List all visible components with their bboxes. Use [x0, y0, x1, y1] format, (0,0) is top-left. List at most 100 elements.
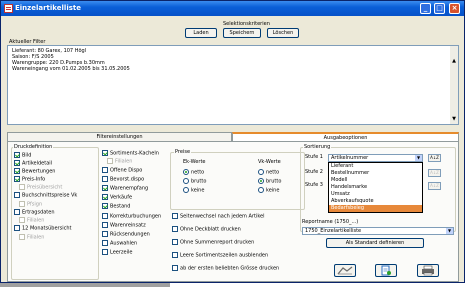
maximize-button[interactable]: □ — [434, 3, 445, 14]
middle-option[interactable]: Warenreinsatz — [102, 222, 146, 230]
checkbox[interactable] — [172, 239, 178, 245]
filter-text-box[interactable]: Lieferant: 80 Garex, 107 Högl Saison: F/… — [7, 45, 459, 125]
scroll-down-icon[interactable]: ▼ — [451, 116, 457, 122]
druck-option[interactable]: Bild — [14, 152, 31, 160]
sort-order-button[interactable]: A↓Z — [428, 154, 441, 162]
checkbox[interactable] — [107, 158, 113, 164]
checkbox[interactable] — [102, 249, 108, 255]
filter-scrollbar[interactable]: ▲ ▼ — [450, 46, 458, 124]
sort-order-button[interactable]: A↓Z — [428, 182, 441, 190]
sort-dropdown-item[interactable]: Umsatz — [329, 191, 422, 198]
report-button[interactable] — [375, 264, 397, 277]
checkbox[interactable] — [102, 231, 108, 237]
middle-option[interactable]: Sortiments-Kacheln — [102, 150, 159, 158]
output-option[interactable]: ab der ersten beliebten Grösse drucken — [172, 265, 279, 273]
middle-option[interactable]: Auswahlen — [102, 240, 137, 248]
checkbox[interactable] — [102, 240, 108, 246]
checkbox[interactable] — [172, 213, 178, 219]
radio-button[interactable] — [258, 178, 264, 184]
sort-dropdown-list[interactable]: Lieferant Bestellnummer Modell Handelsmarke… — [328, 162, 423, 213]
sort-stufe1-select[interactable]: Artikelnummer ▼ — [328, 154, 423, 162]
druck-option[interactable]: Pfsign — [19, 201, 42, 209]
middle-option[interactable]: Filialen — [107, 158, 132, 166]
checkbox[interactable] — [14, 192, 20, 198]
ek-label: Ek-Werte — [183, 159, 206, 165]
sort-order-button[interactable]: A↓Z — [428, 169, 441, 177]
checkbox[interactable] — [172, 265, 178, 271]
checkbox[interactable] — [102, 185, 108, 191]
radio-button[interactable] — [258, 187, 264, 193]
radio-button[interactable] — [183, 187, 189, 193]
sort-dropdown-item[interactable]: Bedarfsbeleg — [329, 205, 422, 212]
middle-option[interactable]: Rücksendungen — [102, 231, 150, 239]
sort-dropdown-item[interactable]: Bestellnummer — [329, 170, 422, 177]
checkbox[interactable] — [102, 194, 108, 200]
close-button[interactable]: × — [449, 3, 460, 14]
print-button[interactable] — [417, 264, 439, 277]
radio-button[interactable] — [183, 178, 189, 184]
ek-radio[interactable]: netto — [183, 169, 204, 177]
checkbox[interactable] — [19, 217, 25, 223]
sort-dropdown-item[interactable]: Abverkaufsquote — [329, 198, 422, 205]
scroll-up-icon[interactable]: ▲ — [451, 58, 457, 64]
middle-option[interactable]: Bestand — [102, 203, 130, 211]
chevron-down-icon[interactable]: ▼ — [415, 155, 422, 161]
output-option[interactable]: Leere Sortimentszeilen ausblenden — [172, 252, 268, 260]
minimize-button[interactable]: _ — [420, 3, 431, 14]
checkbox[interactable] — [14, 160, 20, 166]
druck-option[interactable]: Buchschnittspreise Vk — [14, 192, 77, 200]
report-select[interactable]: 1750_Einzelartikelliste ▼ — [302, 227, 454, 235]
middle-option-label: Bestand — [110, 203, 131, 210]
checkbox[interactable] — [102, 150, 108, 156]
checkbox[interactable] — [102, 203, 108, 209]
checkbox[interactable] — [102, 176, 108, 182]
middle-option[interactable]: Offene Dispo — [102, 167, 142, 175]
checkbox[interactable] — [14, 209, 20, 215]
druck-option[interactable]: Preis-Info — [14, 176, 45, 184]
druck-option[interactable]: Ertragsdaten — [14, 209, 55, 217]
vk-radio[interactable]: netto — [258, 169, 279, 177]
sort-dropdown-item[interactable]: Handelsmarke — [329, 184, 422, 191]
checkbox[interactable] — [19, 201, 25, 207]
checkbox[interactable] — [14, 168, 20, 174]
checkbox[interactable] — [172, 252, 178, 258]
save-button[interactable]: Speichern — [223, 28, 261, 38]
checkbox[interactable] — [102, 222, 108, 228]
vk-radio-label: brutto — [266, 178, 282, 185]
output-option[interactable]: Ohne Deckblatt drucken — [172, 226, 241, 234]
sort-dropdown-item[interactable]: Modell — [329, 177, 422, 184]
ek-radio[interactable]: keine — [183, 187, 204, 195]
checkbox[interactable] — [19, 234, 25, 240]
druck-option[interactable]: Filialen — [19, 217, 44, 225]
checkbox[interactable] — [19, 184, 25, 190]
load-button[interactable]: Laden — [185, 28, 217, 38]
sort-dropdown-item[interactable]: Lieferant — [329, 163, 422, 170]
set-default-button[interactable]: Als Standard definieren — [326, 238, 424, 248]
radio-button[interactable] — [258, 169, 264, 175]
output-option[interactable]: Seitenwechsel nach jedem Artikel — [172, 213, 265, 221]
druck-option[interactable]: Filialen — [19, 234, 44, 242]
radio-button[interactable] — [183, 169, 189, 175]
checkbox[interactable] — [102, 167, 108, 173]
ek-radio[interactable]: brutto — [183, 178, 206, 186]
vk-radio[interactable]: keine — [258, 187, 279, 195]
checkbox[interactable] — [14, 176, 20, 182]
druck-option[interactable]: Artikeldetail — [14, 160, 52, 168]
delete-button[interactable]: Löschen — [267, 28, 299, 38]
middle-option[interactable]: Leerzeile — [102, 249, 132, 257]
druck-option[interactable]: Bewertungen — [14, 168, 55, 176]
vk-radio[interactable]: brutto — [258, 178, 281, 186]
middle-option[interactable]: Warenempfang — [102, 185, 148, 193]
middle-option[interactable]: Korrekturbuchungen — [102, 213, 161, 221]
output-option[interactable]: Ohne Summenreport drucken — [172, 239, 254, 247]
middle-option[interactable]: Verkäufe — [102, 194, 132, 202]
druck-option[interactable]: Preisübersicht — [19, 184, 62, 192]
checkbox[interactable] — [14, 225, 20, 231]
middle-option[interactable]: Bevorst.dispo — [102, 176, 144, 184]
chart-button[interactable] — [334, 264, 356, 277]
checkbox[interactable] — [14, 152, 20, 158]
checkbox[interactable] — [172, 226, 178, 232]
checkbox[interactable] — [102, 213, 108, 219]
chevron-down-icon[interactable]: ▼ — [446, 228, 453, 234]
druck-option[interactable]: 12 Monatsübersicht — [14, 225, 71, 233]
